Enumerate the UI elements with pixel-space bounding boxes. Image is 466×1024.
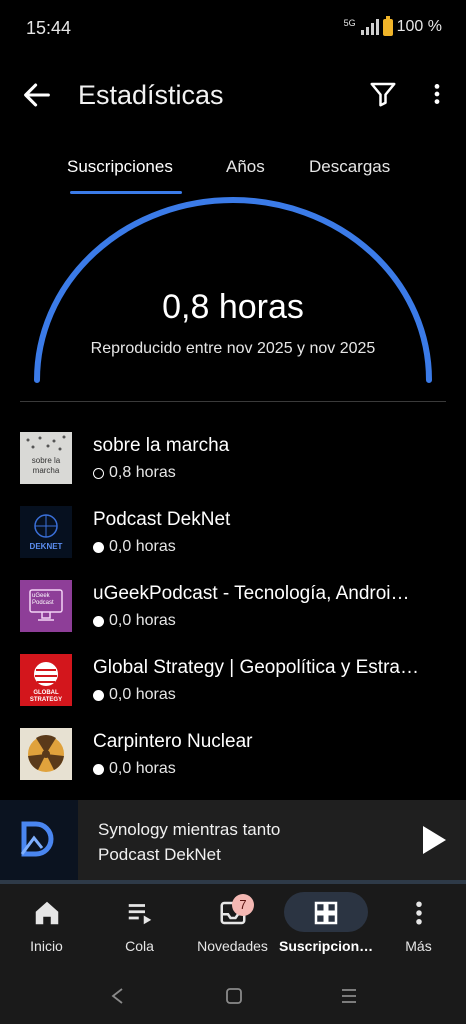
battery-level: 100 % — [396, 18, 442, 35]
total-hours: 0,8 horas — [162, 288, 304, 326]
nav-suscripciones[interactable]: Suscripcion… — [279, 884, 374, 968]
system-back-icon[interactable] — [108, 986, 128, 1006]
notification-badge: 7 — [232, 894, 254, 916]
app-bar: Estadísticas — [0, 62, 466, 128]
nav-label: Novedades — [197, 938, 268, 954]
podcast-hours: 0,0 horas — [93, 760, 176, 778]
podcast-title: Global Strategy | Geopolítica y Estra… — [93, 657, 419, 678]
tab-descargas[interactable]: Descargas — [309, 157, 390, 177]
signal-icon — [360, 19, 379, 35]
page-title: Estadísticas — [78, 80, 224, 110]
nav-label: Inicio — [30, 938, 63, 954]
list-item[interactable]: sobre la marcha sobre la marcha 0,8 hora… — [0, 426, 466, 492]
nav-label: Suscripcion… — [279, 938, 374, 954]
artwork-text: sobre la marcha — [31, 456, 61, 475]
podcast-artwork: GLOBAL STRATEGY — [20, 654, 72, 706]
date-range: Reproducido entre nov 2025 y nov 2025 — [90, 340, 376, 357]
dot-icon — [93, 615, 104, 627]
podcast-artwork: uGeek Podcast — [20, 580, 72, 632]
home-icon — [35, 901, 58, 925]
artwork-text: uGeek Podcast — [32, 593, 54, 606]
dot-icon — [93, 689, 104, 701]
podcast-hours: 0,0 horas — [93, 538, 176, 556]
dot-icon — [93, 763, 104, 775]
system-home-icon[interactable] — [224, 986, 244, 1006]
network-type: 5G — [343, 18, 356, 28]
hours-value: 0,0 horas — [109, 760, 176, 777]
bottom-nav: Inicio Cola Novedades Suscripcion… Más — [0, 884, 466, 968]
artwork-text: GLOBAL STRATEGY — [29, 690, 63, 703]
battery-icon — [382, 15, 393, 36]
podcast-title: sobre la marcha — [93, 435, 230, 456]
player-podcast-name: Podcast DekNet — [98, 845, 221, 864]
podcast-title: Carpintero Nuclear — [93, 731, 253, 752]
nav-inicio[interactable]: Inicio — [0, 884, 93, 968]
mini-player[interactable]: Synology mientras tanto Podcast DekNet — [0, 800, 466, 880]
player-episode-title: Synology mientras tanto — [98, 820, 281, 839]
system-recents-icon[interactable] — [339, 986, 359, 1006]
podcast-artwork: DEKNET — [20, 506, 72, 558]
grid-icon — [314, 901, 337, 925]
podcast-artwork: sobre la marcha — [20, 432, 72, 484]
list-item[interactable]: Carpintero Nuclear 0,0 horas — [0, 722, 466, 788]
nav-novedades[interactable]: Novedades — [186, 884, 279, 968]
status-time: 15:44 — [26, 18, 72, 38]
nav-mas[interactable]: Más — [372, 884, 465, 968]
nav-label: Más — [405, 938, 432, 954]
divider — [20, 401, 446, 402]
podcast-hours: 0,0 horas — [93, 612, 176, 630]
arrow-left-icon[interactable] — [20, 78, 54, 112]
more-vert-icon[interactable] — [424, 79, 450, 109]
podcast-title: uGeekPodcast - Tecnología, Androi… — [93, 583, 410, 604]
radiation-icon — [28, 734, 64, 772]
tab-anos[interactable]: Años — [226, 157, 265, 177]
status-bar: 15:44 5G 100 % — [0, 0, 466, 56]
system-nav-bar — [0, 968, 466, 1024]
nav-cola[interactable]: Cola — [93, 884, 186, 968]
list-item[interactable]: DEKNET Podcast DekNet 0,0 horas — [0, 500, 466, 566]
status-icons: 5G 100 % — [343, 15, 442, 36]
more-vert-icon — [415, 901, 422, 925]
podcast-hours: 0,8 horas — [93, 464, 176, 482]
play-icon[interactable] — [420, 824, 448, 856]
player-artwork — [0, 800, 78, 880]
podcast-artwork — [20, 728, 72, 780]
hours-value: 0,0 horas — [109, 612, 176, 629]
artwork-text: DEKNET — [29, 542, 63, 551]
podcast-title: Podcast DekNet — [93, 509, 231, 530]
hours-value: 0,0 horas — [109, 538, 176, 555]
hours-value: 0,8 horas — [109, 464, 176, 481]
podcast-hours: 0,0 horas — [93, 686, 176, 704]
list-item[interactable]: uGeek Podcast uGeekPodcast - Tecnología,… — [0, 574, 466, 640]
queue-icon — [128, 904, 151, 925]
listening-gauge: 0,8 horas Reproducido entre nov 2025 y n… — [0, 190, 466, 395]
dot-icon — [93, 541, 104, 553]
deknet-logo-icon — [20, 821, 54, 857]
list-item[interactable]: GLOBAL STRATEGY Global Strategy | Geopol… — [0, 648, 466, 714]
tab-suscripciones[interactable]: Suscripciones — [67, 157, 173, 177]
nav-label: Cola — [125, 938, 154, 954]
filter-icon[interactable] — [368, 79, 398, 109]
hours-value: 0,0 horas — [109, 686, 176, 703]
progress-ring-icon — [93, 467, 104, 479]
